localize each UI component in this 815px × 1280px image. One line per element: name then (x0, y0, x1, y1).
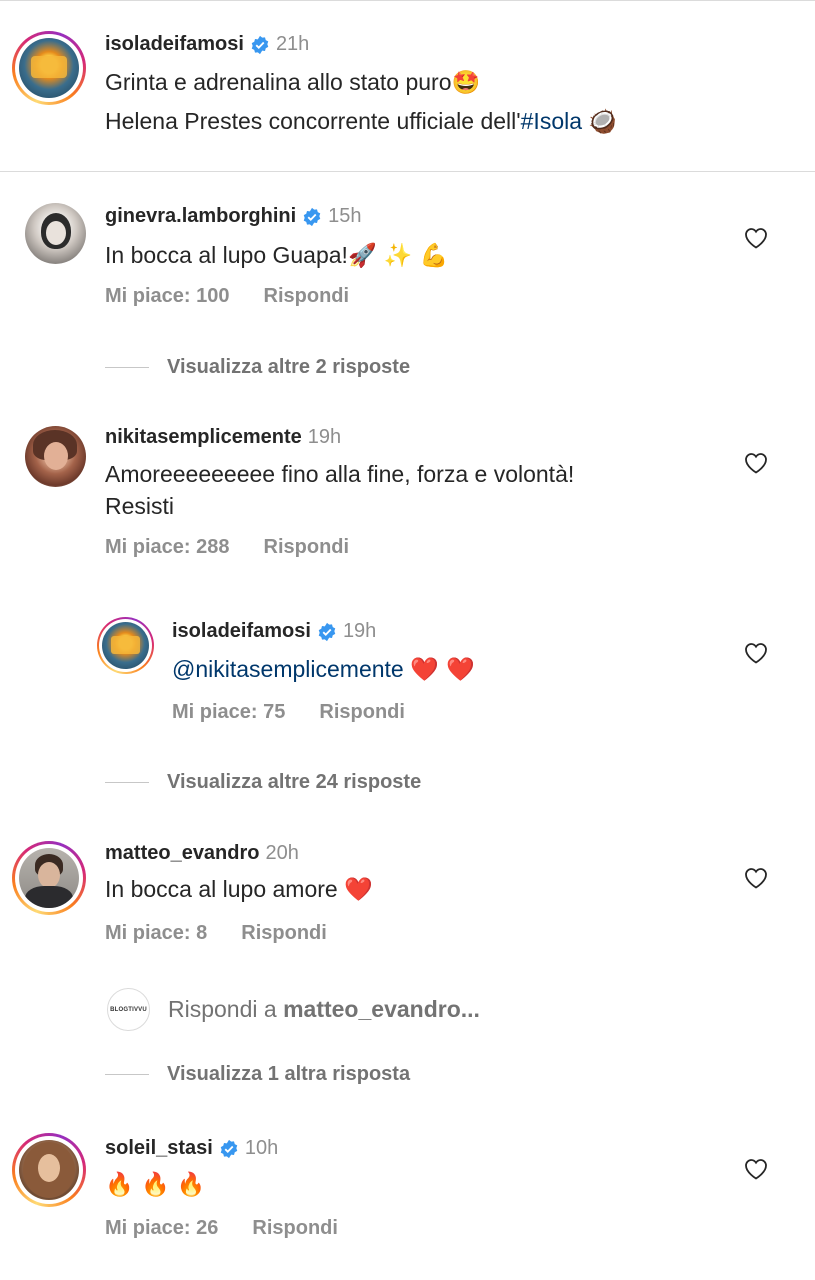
story-ring[interactable] (12, 841, 86, 915)
comment-body-line-1: Amoreeeeeeeee fino alla fine, forza e vo… (105, 461, 575, 487)
comment-header: ginevra.lamborghini 15h (105, 205, 362, 228)
comment-body: In bocca al lupo Guapa! (105, 242, 348, 268)
likes-count[interactable]: Mi piace: 75 (172, 701, 285, 724)
like-heart-icon[interactable] (744, 867, 768, 889)
like-heart-icon[interactable] (744, 227, 768, 249)
avatar[interactable] (25, 426, 86, 487)
username[interactable]: isoladeifamosi (172, 620, 311, 643)
caption-line-1: Grinta e adrenalina allo stato puro (105, 69, 452, 95)
reply-button[interactable]: Rispondi (241, 922, 327, 945)
rocket-sparkles-muscle-emoji: 🚀 ✨ 💪 (347, 243, 449, 269)
likes-count[interactable]: Mi piace: 100 (105, 285, 230, 308)
view-replies-label[interactable]: Visualizza altre 2 risposte (167, 356, 410, 379)
caption-header: isoladeifamosi 21h (105, 33, 309, 56)
reply-button[interactable]: Rispondi (252, 1217, 338, 1240)
caption-text: Grinta e adrenalina allo stato puro🤩 Hel… (105, 66, 795, 138)
mention-link[interactable]: @nikitasemplicemente (172, 656, 404, 682)
story-ring[interactable] (12, 31, 86, 105)
story-ring[interactable] (97, 617, 154, 674)
likes-count[interactable]: Mi piace: 8 (105, 922, 207, 945)
timestamp: 19h (307, 426, 342, 448)
username[interactable]: nikitasemplicemente (105, 426, 302, 449)
view-replies-button[interactable]: Visualizza 1 altra risposta (105, 1063, 410, 1086)
timestamp: 21h (275, 33, 310, 55)
fire-emoji: 🔥 🔥 🔥 (105, 1172, 206, 1198)
avatar[interactable] (19, 1140, 79, 1200)
reply-button[interactable]: Rispondi (264, 285, 350, 308)
avatar[interactable] (25, 203, 86, 264)
comment-header: matteo_evandro 20h (105, 842, 299, 865)
comment-header: soleil_stasi 10h (105, 1137, 278, 1160)
avatar[interactable] (19, 848, 79, 908)
red-heart-emoji: ❤️ ❤️ (410, 657, 475, 683)
verified-badge-icon (251, 35, 269, 54)
username[interactable]: isoladeifamosi (105, 33, 244, 56)
red-heart-emoji: ❤️ (344, 877, 373, 903)
hashtag-link[interactable]: #Isola (521, 108, 582, 134)
comment-text: In bocca al lupo Guapa!🚀 ✨ 💪 (105, 239, 449, 272)
username[interactable]: soleil_stasi (105, 1137, 213, 1160)
verified-badge-icon (303, 207, 321, 226)
comment-meta: Mi piace: 288 Rispondi (105, 536, 349, 559)
reply-button[interactable]: Rispondi (319, 701, 405, 724)
reply-meta: Mi piace: 75 Rispondi (172, 701, 405, 724)
comment-header: nikitasemplicemente 19h (105, 426, 341, 449)
reply-button[interactable]: Rispondi (264, 536, 350, 559)
caption-line-2: Helena Prestes concorrente ufficiale del… (105, 108, 521, 134)
timestamp: 15h (328, 205, 362, 227)
likes-count[interactable]: Mi piace: 26 (105, 1217, 218, 1240)
reply-header: isoladeifamosi 19h (172, 620, 376, 643)
view-replies-label[interactable]: Visualizza 1 altra risposta (167, 1063, 410, 1086)
username[interactable]: matteo_evandro (105, 842, 260, 865)
avatar[interactable] (19, 38, 79, 98)
avatar[interactable] (102, 622, 149, 669)
top-border (0, 0, 815, 1)
comment-meta: Mi piace: 26 Rispondi (105, 1217, 338, 1240)
view-replies-label[interactable]: Visualizza altre 24 risposte (167, 771, 421, 794)
timestamp: 19h (342, 620, 377, 642)
view-replies-button[interactable]: Visualizza altre 24 risposte (105, 771, 421, 794)
comment-body-line-2: Resisti (105, 493, 175, 519)
star-struck-emoji: 🤩 (451, 70, 481, 96)
like-heart-icon[interactable] (744, 452, 768, 474)
comment-meta: Mi piace: 8 Rispondi (105, 922, 327, 945)
likes-count[interactable]: Mi piace: 288 (105, 536, 230, 559)
comment-body: In bocca al lupo amore (105, 876, 338, 902)
comment-text: In bocca al lupo amore ❤️ (105, 873, 373, 906)
timestamp: 10h (244, 1137, 279, 1159)
reply-input[interactable]: Rispondi a matteo_evandro... (168, 996, 480, 1023)
comment-text: 🔥 🔥 🔥 (105, 1168, 206, 1201)
view-replies-button[interactable]: Visualizza altre 2 risposte (105, 356, 410, 379)
own-avatar-label: BLOGTIVVU (110, 1006, 147, 1013)
reply-text: @nikitasemplicemente ❤️ ❤️ (172, 653, 475, 686)
like-heart-icon[interactable] (744, 642, 768, 664)
verified-badge-icon (220, 1139, 238, 1158)
comment-meta: Mi piace: 100 Rispondi (105, 285, 349, 308)
like-heart-icon[interactable] (744, 1158, 768, 1180)
reply-input-prefix: Rispondi a (168, 996, 284, 1022)
own-avatar: BLOGTIVVU (107, 988, 150, 1031)
reply-input-user: matteo_evandro... (283, 996, 480, 1022)
story-ring[interactable] (12, 1133, 86, 1207)
coconut-emoji: 🥥 (588, 109, 618, 135)
caption-divider (0, 171, 815, 172)
timestamp: 20h (265, 842, 299, 864)
verified-badge-icon (318, 622, 336, 641)
username[interactable]: ginevra.lamborghini (105, 205, 296, 228)
comment-text: Amoreeeeeeeee fino alla fine, forza e vo… (105, 458, 745, 522)
